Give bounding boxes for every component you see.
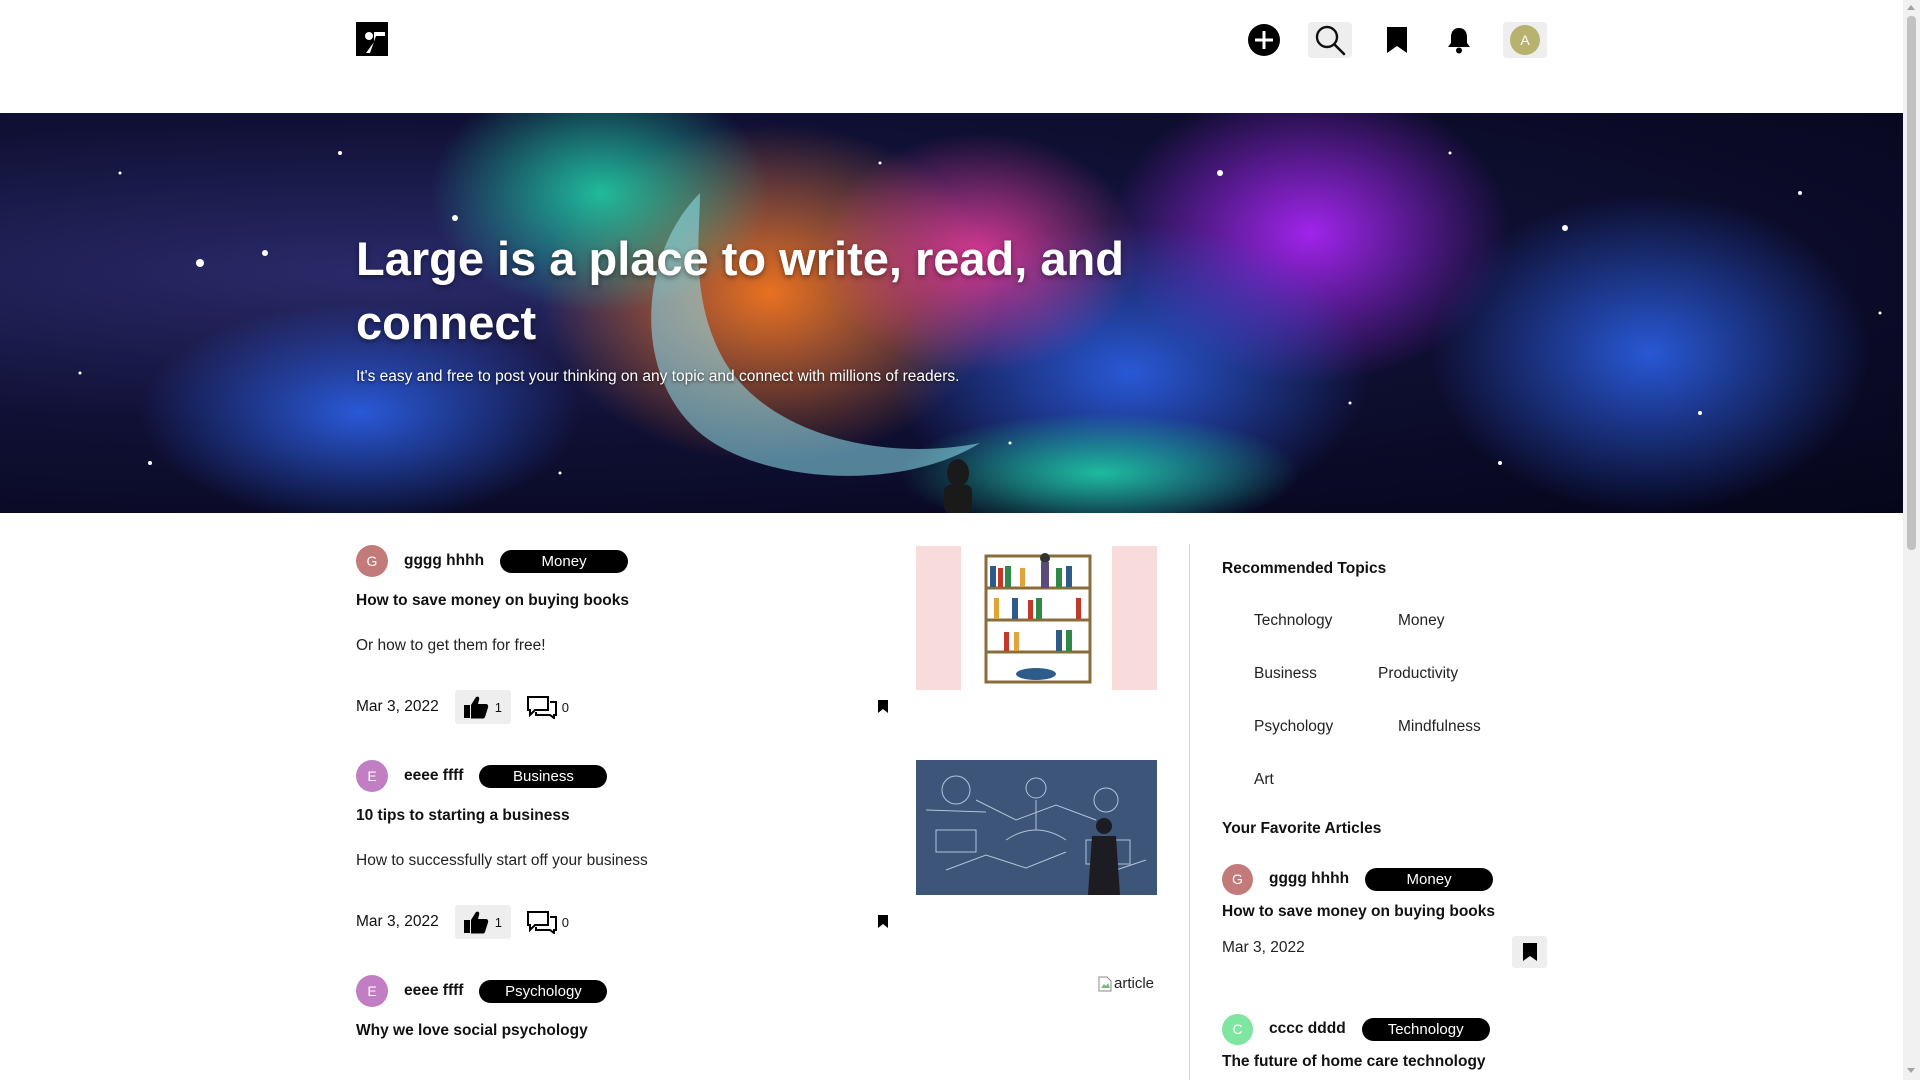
plus-circle-icon bbox=[1248, 24, 1280, 56]
bookshelf-illustration[interactable] bbox=[916, 546, 1157, 690]
favorite-article-card[interactable]: C cccc dddd Technology The future of hom… bbox=[1222, 1013, 1547, 1080]
thumbs-up-icon bbox=[463, 911, 488, 934]
bookmark-icon[interactable] bbox=[878, 700, 888, 713]
image-alt-text: article bbox=[1114, 975, 1155, 992]
like-count: 1 bbox=[494, 914, 502, 930]
like-count: 1 bbox=[494, 699, 502, 715]
remove-bookmark-button[interactable] bbox=[1512, 936, 1547, 968]
article-subtitle: Or how to get them for free! bbox=[356, 637, 546, 654]
article-footer: Mar 3, 2022 1 0 bbox=[356, 905, 896, 939]
author-name[interactable]: gggg hhhh bbox=[1269, 870, 1349, 888]
topic-tag[interactable]: Psychology bbox=[479, 979, 608, 1003]
user-avatar: A bbox=[1510, 25, 1540, 55]
author-avatar[interactable]: G bbox=[1222, 863, 1253, 895]
author-name[interactable]: cccc dddd bbox=[1269, 1020, 1346, 1038]
author-name[interactable]: eeee ffff bbox=[404, 767, 463, 785]
topic-business[interactable]: Business bbox=[1254, 665, 1317, 683]
top-nav: A bbox=[0, 0, 1903, 113]
bookmark-icon bbox=[1387, 27, 1407, 53]
scroll-up-arrow-icon[interactable] bbox=[1907, 5, 1915, 10]
author-name[interactable]: gggg hhhh bbox=[404, 552, 484, 570]
search-button[interactable] bbox=[1308, 22, 1352, 58]
bookmark-icon bbox=[1522, 943, 1537, 961]
page-scrollbar[interactable] bbox=[1903, 0, 1920, 1080]
comment-button[interactable]: 0 bbox=[526, 910, 569, 934]
author-avatar[interactable]: E bbox=[356, 975, 388, 1007]
comment-icon bbox=[526, 696, 557, 719]
author-avatar[interactable]: G bbox=[356, 545, 388, 577]
comment-count: 0 bbox=[561, 699, 569, 715]
article-meta: C cccc dddd Technology bbox=[1222, 1013, 1490, 1045]
article-meta: E eeee ffff Psychology bbox=[356, 974, 608, 1008]
article-title[interactable]: 10 tips to starting a business bbox=[356, 807, 570, 825]
article-footer: Mar 3, 2022 1 0 bbox=[356, 690, 896, 724]
column-divider bbox=[1189, 544, 1190, 1080]
topic-productivity[interactable]: Productivity bbox=[1378, 665, 1458, 683]
comment-button[interactable]: 0 bbox=[526, 695, 569, 719]
topic-art[interactable]: Art bbox=[1254, 771, 1274, 789]
topic-psychology[interactable]: Psychology bbox=[1254, 718, 1333, 736]
topic-tag[interactable]: Money bbox=[1365, 867, 1494, 891]
write-button[interactable] bbox=[1242, 22, 1286, 58]
topic-technology[interactable]: Technology bbox=[1254, 612, 1332, 630]
article-title[interactable]: The future of home care technology bbox=[1222, 1053, 1486, 1071]
article-date: Mar 3, 2022 bbox=[1222, 939, 1305, 956]
bookmark-icon[interactable] bbox=[878, 915, 888, 928]
like-button[interactable]: 1 bbox=[454, 905, 511, 939]
article-meta: G gggg hhhh Money bbox=[1222, 863, 1494, 895]
broken-article-image[interactable]: article bbox=[1098, 975, 1154, 992]
bell-icon bbox=[1448, 28, 1470, 54]
article-title[interactable]: Why we love social psychology bbox=[356, 1022, 588, 1040]
hero-title: Large is a place to write, read, and con… bbox=[356, 232, 1124, 349]
bookmarks-button[interactable] bbox=[1375, 22, 1419, 58]
profile-button[interactable]: A bbox=[1503, 22, 1547, 58]
article-date: Mar 3, 2022 bbox=[356, 913, 439, 930]
favorite-articles-heading: Your Favorite Articles bbox=[1222, 820, 1382, 837]
recommended-topics-heading: Recommended Topics bbox=[1222, 560, 1387, 577]
thumbs-up-icon bbox=[463, 696, 488, 719]
author-avatar[interactable]: C bbox=[1222, 1013, 1253, 1045]
scrollbar-thumb[interactable] bbox=[1907, 16, 1916, 550]
like-button[interactable]: 1 bbox=[454, 690, 511, 724]
favorite-article-card[interactable]: G gggg hhhh Money How to save money on b… bbox=[1222, 863, 1547, 973]
article-date: Mar 3, 2022 bbox=[356, 698, 439, 715]
topic-tag[interactable]: Business bbox=[479, 764, 608, 788]
comment-count: 0 bbox=[561, 914, 569, 930]
large-logo-icon[interactable] bbox=[356, 22, 388, 56]
comment-icon bbox=[526, 911, 557, 934]
article-subtitle: How to successfully start off your busin… bbox=[356, 852, 648, 869]
article-meta: E eeee ffff Business bbox=[356, 759, 608, 793]
topic-mindfulness[interactable]: Mindfulness bbox=[1398, 718, 1481, 736]
hero-subtitle: It's easy and free to post your thinking… bbox=[356, 368, 960, 385]
business-chalkboard-photo[interactable] bbox=[916, 760, 1157, 895]
author-avatar[interactable]: E bbox=[356, 760, 388, 792]
article-meta: G gggg hhhh Money bbox=[356, 544, 629, 578]
hero-banner: Large is a place to write, read, and con… bbox=[0, 113, 1903, 513]
search-icon bbox=[1315, 25, 1346, 56]
broken-image-icon bbox=[1098, 976, 1112, 991]
article-title[interactable]: How to save money on buying books bbox=[356, 592, 629, 610]
scroll-down-arrow-icon[interactable] bbox=[1907, 1068, 1915, 1073]
article-card[interactable]: E eeee ffff Psychology Why we love socia… bbox=[356, 974, 1156, 1080]
notifications-button[interactable] bbox=[1437, 22, 1481, 58]
author-name[interactable]: eeee ffff bbox=[404, 982, 463, 1000]
topic-tag[interactable]: Money bbox=[500, 549, 629, 573]
article-title[interactable]: How to save money on buying books bbox=[1222, 903, 1495, 921]
topic-money[interactable]: Money bbox=[1398, 612, 1445, 630]
topic-tag[interactable]: Technology bbox=[1361, 1017, 1490, 1041]
